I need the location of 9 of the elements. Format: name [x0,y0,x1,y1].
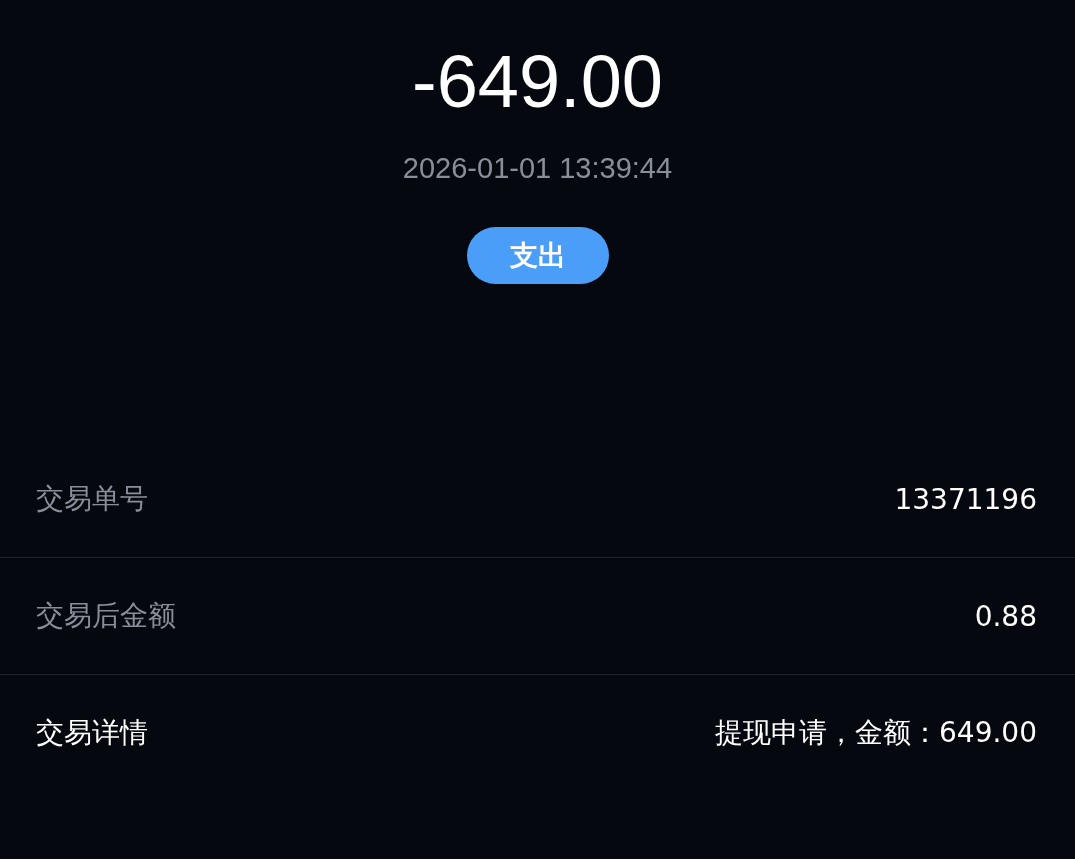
type-badge: 支出 [466,227,609,284]
detail-label: 交易单号 [36,481,148,517]
amount: -649.00 [412,39,663,125]
detail-label: 交易后金额 [36,598,176,634]
detail-value: 13371196 [894,482,1037,516]
detail-value: 提现申请，金额：649.00 [715,715,1037,751]
transaction-time: 2026-01-01 13:39:44 [402,152,673,185]
detail-label: 交易详情 [36,715,148,751]
detail-value: 0.88 [974,599,1037,633]
